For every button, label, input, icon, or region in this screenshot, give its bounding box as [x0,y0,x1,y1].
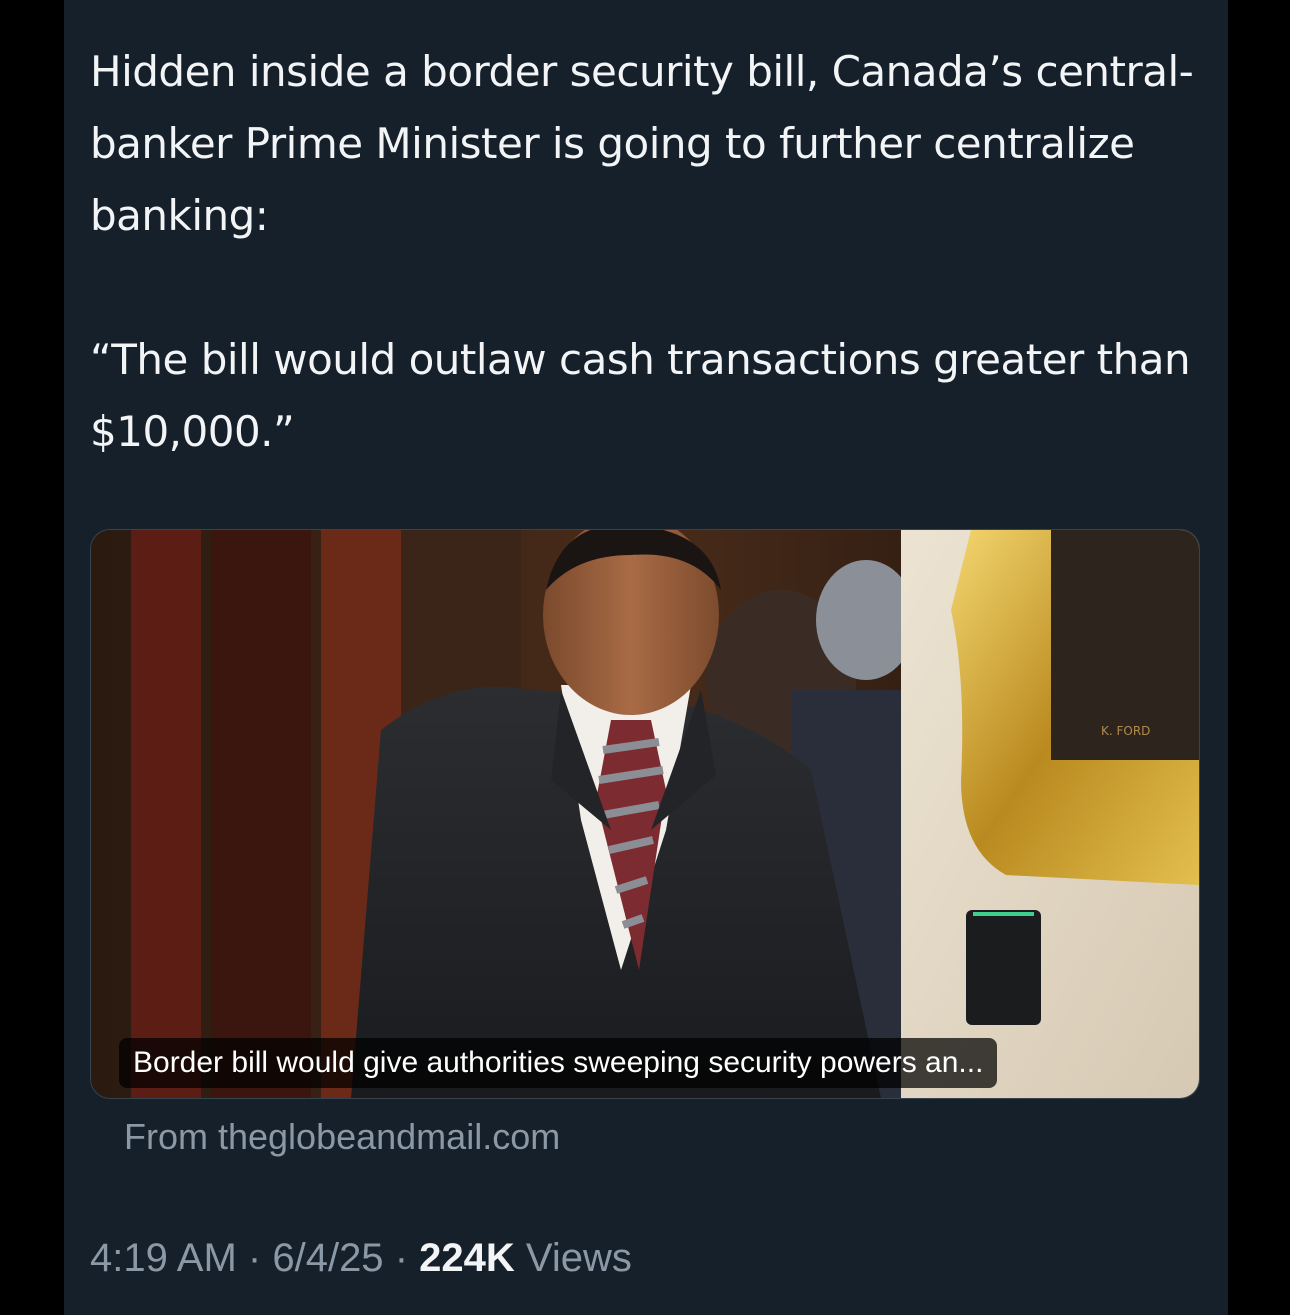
tweet: Hidden inside a border security bill, Ca… [64,0,1228,1315]
link-card[interactable]: K. FORD Border bill would give authoriti… [90,529,1200,1099]
tweet-paragraph-2: “The bill would outlaw cash transactions… [90,335,1191,456]
tweet-time[interactable]: 4:19 AM [90,1236,237,1280]
views-label: Views [525,1236,632,1280]
separator: · [247,1236,262,1280]
card-source[interactable]: From theglobeandmail.com [124,1114,560,1160]
tweet-meta: 4:19 AM · 6/4/25 · 224K Views [90,1232,632,1284]
tweet-text: Hidden inside a border security bill, Ca… [90,36,1200,468]
tweet-paragraph-1: Hidden inside a border security bill, Ca… [90,47,1194,240]
article-photo: K. FORD [91,530,1199,1098]
tweet-date[interactable]: 6/4/25 [272,1236,383,1280]
separator: · [394,1236,409,1280]
card-title: Border bill would give authorities sweep… [119,1038,998,1088]
frame-plaque-text: K. FORD [1101,724,1150,738]
views-count[interactable]: 224K [419,1236,515,1280]
